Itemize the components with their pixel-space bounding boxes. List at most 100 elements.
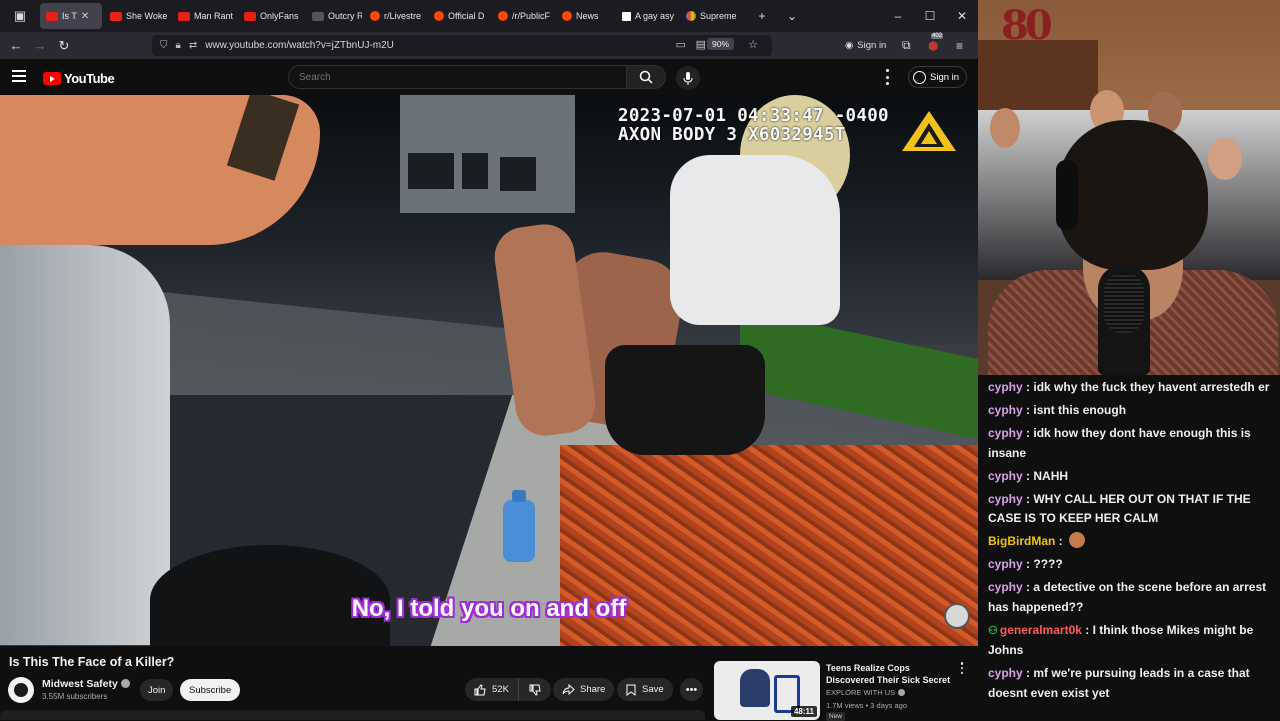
- browser-tab[interactable]: /r/PublicF: [492, 3, 554, 29]
- url-field[interactable]: ⛉ 🔒︎ ⇄ www.youtube.com/watch?v=jZTbnUJ-m…: [152, 35, 772, 56]
- channel-name[interactable]: Midwest Safety: [42, 678, 130, 690]
- save-label: Save: [642, 684, 664, 695]
- chat-username[interactable]: cyphy: [988, 580, 1023, 594]
- subscribe-button[interactable]: Subscribe: [180, 679, 241, 701]
- maximize-icon[interactable]: ☐: [914, 0, 946, 32]
- browser-tab[interactable]: News: [556, 3, 614, 29]
- chat-separator: :: [1022, 580, 1034, 594]
- account-signin-button[interactable]: ◉ Sign in: [845, 32, 886, 59]
- video-scene-officer-leg: [0, 245, 170, 645]
- ublock-extension-icon[interactable]: ⬢ 402: [928, 32, 944, 59]
- more-actions-icon[interactable]: •••: [680, 678, 703, 701]
- reader-view-icon[interactable]: ▤: [696, 38, 706, 51]
- channel-name-text[interactable]: Midwest Safety: [42, 678, 118, 690]
- chat-username[interactable]: cyphy: [988, 666, 1023, 680]
- tab-bar: ▣ Is T ✕ She Woke Man Rant OnlyFans Outcry Re…: [0, 0, 978, 32]
- like-dislike-group: 52K: [465, 678, 551, 701]
- video-scene-person: [490, 95, 850, 465]
- browser-tab[interactable]: Outcry Re: [306, 3, 362, 29]
- chat-separator: :: [1022, 468, 1034, 483]
- zoom-level[interactable]: 90%: [706, 38, 734, 50]
- browser-tab[interactable]: She Woke: [104, 3, 170, 29]
- bookmark-star-icon[interactable]: ☆: [748, 38, 758, 51]
- recommended-video-menu-icon[interactable]: [958, 662, 966, 674]
- share-button[interactable]: Share: [553, 678, 615, 701]
- lock-icon[interactable]: 🔒︎: [176, 40, 181, 51]
- browser-tab[interactable]: r/Livestre: [364, 3, 426, 29]
- browser-tab[interactable]: A gay asy: [616, 3, 678, 29]
- chat-username[interactable]: BigBirdMan: [988, 534, 1055, 548]
- search-button[interactable]: [626, 65, 666, 89]
- reload-icon[interactable]: ↻: [52, 32, 76, 59]
- minimize-icon[interactable]: –: [882, 0, 914, 32]
- recommended-video-channel[interactable]: EXPLORE WITH US: [826, 688, 906, 697]
- browser-tab[interactable]: Supreme: [680, 3, 748, 29]
- chat-message: cyphy : WHY CALL HER OUT ON THAT IF THE …: [988, 490, 1274, 529]
- voice-search-button[interactable]: [676, 66, 700, 90]
- hearing-room-seal-icon: 80: [1001, 2, 1053, 49]
- picture-in-picture-icon[interactable]: ▭: [676, 38, 686, 51]
- chat-message: cyphy : NAHH: [988, 467, 1274, 487]
- browser-tab[interactable]: Man Rant: [172, 3, 236, 29]
- recommended-video-meta: 1.7M views • 3 days ago: [826, 701, 907, 710]
- channel-avatar[interactable]: [8, 677, 34, 703]
- chat-username[interactable]: generalmart0k: [1000, 623, 1082, 637]
- axon-logo-icon: [902, 111, 956, 151]
- bodycam-timestamp-line1: 2023-07-01 04:33:47 -0400: [618, 106, 889, 126]
- headphones-icon: [1056, 160, 1078, 230]
- new-tab-icon[interactable]: +: [750, 0, 774, 32]
- guide-menu-icon[interactable]: [12, 70, 26, 82]
- recommended-video-thumbnail[interactable]: 48:11: [714, 661, 820, 720]
- join-button[interactable]: Join: [140, 679, 174, 701]
- comments-panel-edge: [0, 710, 705, 720]
- tab-close-icon[interactable]: ✕: [81, 11, 89, 22]
- reddit-favicon-icon: [498, 11, 508, 21]
- url-text[interactable]: www.youtube.com/watch?v=jZTbnUJ-m2U: [205, 40, 394, 51]
- recommended-video-channel-text[interactable]: EXPLORE WITH US: [826, 688, 895, 697]
- youtube-favicon-icon: [244, 11, 256, 21]
- permissions-icon[interactable]: ⇄: [189, 40, 197, 51]
- tab-list-icon[interactable]: ▣: [0, 0, 40, 32]
- shield-icon[interactable]: ⛉: [160, 40, 168, 51]
- bodycam-timestamp: 2023-07-01 04:33:47 -0400 AXON BODY 3 X6…: [618, 107, 889, 145]
- settings-kebab-icon[interactable]: [880, 69, 894, 85]
- youtube-signin-button[interactable]: Sign in: [908, 66, 968, 88]
- browser-tab-label: Man Rant: [194, 11, 234, 21]
- streamer-webcam: 80: [978, 0, 1280, 375]
- bookmark-icon: [626, 684, 636, 696]
- youtube-favicon-icon: [110, 11, 122, 21]
- browser-tab-label: Supreme: [700, 11, 737, 21]
- recommended-video-duration: 48:11: [790, 706, 817, 717]
- chat-text: ????: [1033, 557, 1063, 571]
- address-bar: ← → ↻ ⛉ 🔒︎ ⇄ www.youtube.com/watch?v=jZT…: [0, 32, 978, 59]
- back-icon[interactable]: ←: [4, 32, 28, 59]
- search-input[interactable]: [288, 65, 626, 89]
- dislike-button[interactable]: [519, 678, 551, 701]
- tab-overflow-chevron-icon[interactable]: ⌄: [774, 0, 810, 32]
- browser-tab[interactable]: OnlyFans: [238, 3, 304, 29]
- ap-favicon-icon: [622, 11, 631, 21]
- menu-hamburger-icon[interactable]: ≡: [956, 32, 963, 59]
- chat-username[interactable]: cyphy: [988, 426, 1023, 440]
- extensions-icon[interactable]: ⧉: [902, 32, 911, 59]
- save-button[interactable]: Save: [617, 678, 673, 701]
- recommended-video-title[interactable]: Teens Realize Cops Discovered Their Sick…: [826, 662, 954, 686]
- chat-username[interactable]: cyphy: [988, 557, 1023, 571]
- like-button[interactable]: 52K: [465, 678, 519, 701]
- youtube-logo[interactable]: YouTube: [43, 71, 115, 86]
- chat-username[interactable]: cyphy: [988, 469, 1023, 483]
- youtube-favicon-icon: [46, 11, 58, 21]
- chat-username[interactable]: cyphy: [988, 403, 1023, 417]
- video-player[interactable]: 2023-07-01 04:33:47 -0400 AXON BODY 3 X6…: [0, 95, 978, 646]
- window-close-icon[interactable]: ✕: [946, 0, 978, 32]
- tabs: Is T ✕ She Woke Man Rant OnlyFans Outcry Re r/…: [40, 3, 750, 29]
- bodycam-timestamp-line2: AXON BODY 3 X6032945T: [618, 125, 846, 145]
- browser-tab[interactable]: Official D: [428, 3, 490, 29]
- chat-username[interactable]: cyphy: [988, 492, 1023, 506]
- channel-watermark-icon[interactable]: [944, 603, 970, 629]
- browser-tab[interactable]: Is T ✕: [40, 3, 102, 29]
- forward-icon[interactable]: →: [28, 32, 52, 59]
- chat-message: cyphy : a detective on the scene before …: [988, 578, 1274, 617]
- chat-separator: :: [1022, 403, 1034, 417]
- chat-username[interactable]: cyphy: [988, 380, 1023, 394]
